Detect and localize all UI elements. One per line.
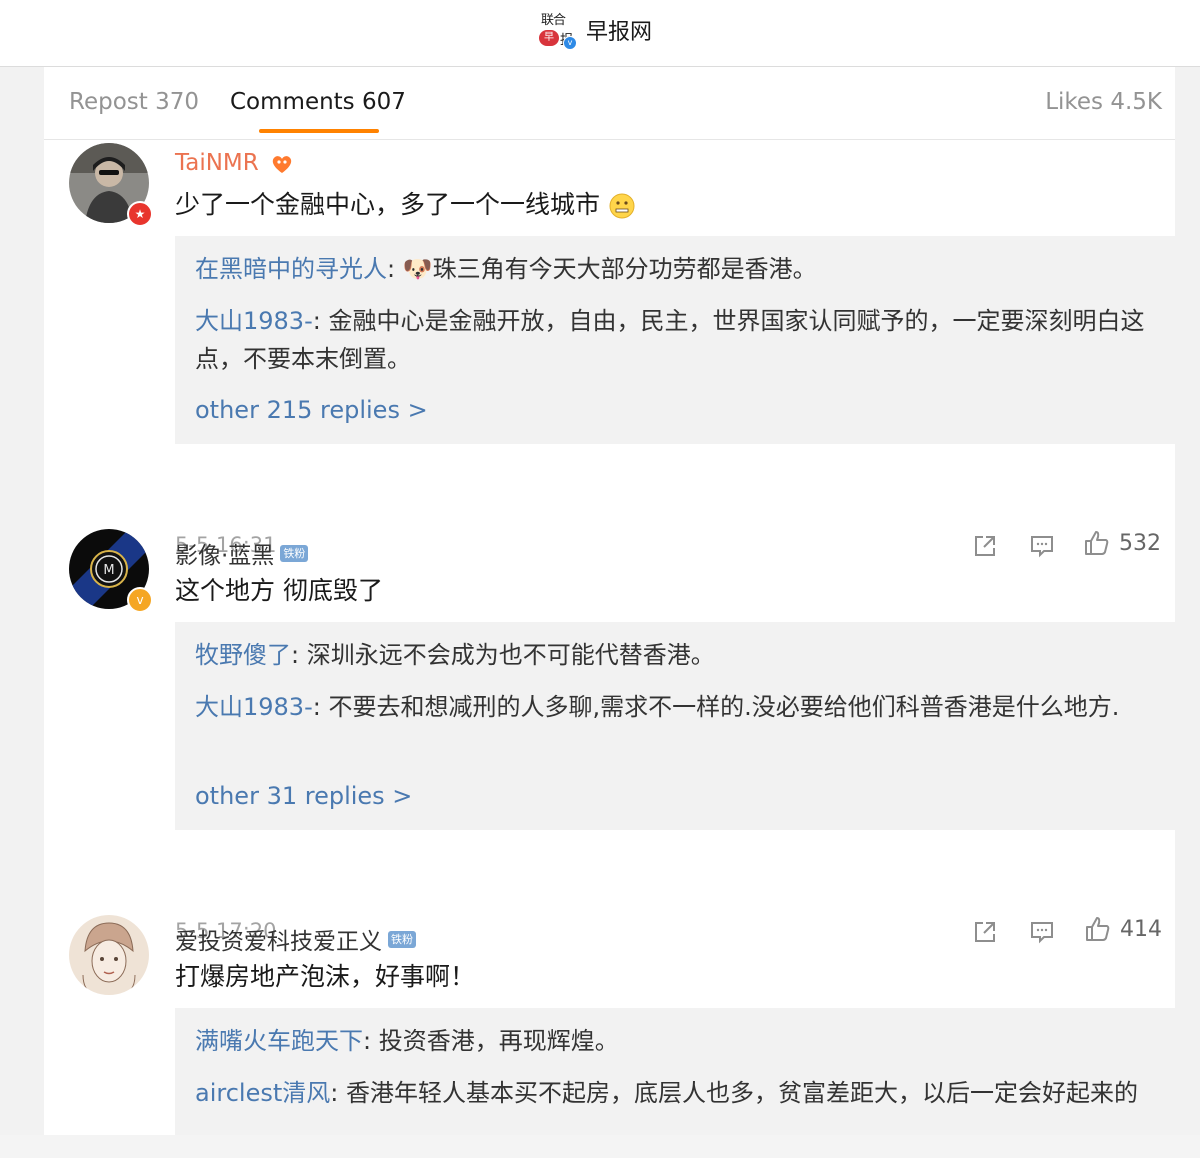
tab-likes[interactable]: Likes 4.5K [1045,89,1162,115]
bottom-bar [0,1135,1200,1158]
comments-panel: Repost 370 Comments 607 Likes 4.5K ★ Tai… [44,67,1175,1135]
comment-text: 少了一个金融中心，多了一个一线城市 [175,185,636,221]
logo-text-bottom-left: 早 [539,30,559,46]
username-text: TaiNMR [175,150,259,176]
comment-item: ★ TaiNMR 少了一个金融中心，多了一个一线城市 在黑暗中的寻光人: 🐶珠三… [44,143,1175,558]
comment-text-body: 少了一个金融中心，多了一个一线城市 [175,190,601,219]
reply-item: 满嘴火车跑天下: 投资香港，再现辉煌。 [195,1022,1145,1060]
fan-tag-badge: 铁粉 [388,931,416,948]
reply-item: 牧野傻了: 深圳永远不会成为也不可能代替香港。 [195,636,1145,674]
reply-username[interactable]: 大山1983- [195,693,313,721]
reply-item: 在黑暗中的寻光人: 🐶珠三角有今天大部分功劳都是香港。 [195,250,1145,288]
reply-username[interactable]: 在黑暗中的寻光人 [195,255,387,283]
comment-username[interactable]: 爱投资爱科技爱正义 铁粉 [175,922,416,956]
logo-text-top: 联合 [541,13,566,28]
brand[interactable]: 联合 早 报 v 早报网 [538,8,652,52]
reply-item: airclest清风: 香港年轻人基本买不起房，底层人也多，贫富差距大，以后一定… [195,1074,1145,1112]
verified-icon: v [563,36,577,50]
reply-username[interactable]: 满嘴火车跑天下 [195,1027,363,1055]
reply-text: : 金融中心是金融开放，自由，民主，世界国家认同赋予的，一定要深刻明白这点，不要… [195,307,1145,373]
reply-text: : 香港年轻人基本买不起房，底层人也多，贫富差距大，以后一定会好起来的 [330,1079,1138,1107]
reply-item: 大山1983-: 不要去和想减刑的人多聊,需求不一样的.没必要给他们科普香港是什… [195,688,1145,726]
comment-item: 爱投资爱科技爱正义 铁粉 打爆房地产泡沫，好事啊！ 满嘴火车跑天下: 投资香港，再… [44,915,1175,1135]
fan-tag-badge: 铁粉 [280,545,309,562]
reply-text: : 投资香港，再现辉煌。 [363,1027,619,1055]
verified-v-badge-icon: v [127,587,153,613]
active-tab-indicator [259,129,379,133]
username-text: 影像·蓝黑 [175,543,275,569]
comment-item: M v 影像·蓝黑 铁粉 这个地方 彻底毁了 牧野傻了: 深圳永远不会成为也不可能… [44,529,1175,944]
reply-text: : 深圳永远不会成为也不可能代替香港。 [291,641,715,669]
comment-username[interactable]: 影像·蓝黑 铁粉 [175,536,309,570]
reply-username[interactable]: 牧野傻了 [195,641,291,669]
reply-item: 大山1983-: 金融中心是金融开放，自由，民主，世界国家认同赋予的，一定要深刻… [195,302,1145,378]
brand-name: 早报网 [586,20,653,45]
reply-text: : 🐶珠三角有今天大部分功劳都是香港。 [387,255,817,283]
reply-username[interactable]: airclest清风 [195,1079,330,1107]
replies-box: 在黑暗中的寻光人: 🐶珠三角有今天大部分功劳都是香港。 大山1983-: 金融中… [175,236,1175,444]
red-star-badge-icon: ★ [127,201,153,227]
comment-text: 打爆房地产泡沫，好事啊！ [175,962,476,991]
sketch-portrait-avatar-icon [69,915,149,995]
reply-username[interactable]: 大山1983- [195,307,313,335]
replies-box: 满嘴火车跑天下: 投资香港，再现辉煌。 airclest清风: 香港年轻人基本买… [175,1008,1175,1135]
comment-text: 这个地方 彻底毁了 [175,576,383,605]
reply-text: : 不要去和想减刑的人多聊,需求不一样的.没必要给他们科普香港是什么地方. [312,693,1120,721]
replies-box: 牧野傻了: 深圳永远不会成为也不可能代替香港。 大山1983-: 不要去和想减刑… [175,622,1175,830]
svg-text:M: M [103,563,114,578]
speechless-emoji-icon [609,193,635,219]
more-replies-link[interactable]: other 31 replies > [195,782,412,810]
zaobao-logo: 联合 早 报 v [538,8,578,52]
comment-username[interactable]: TaiNMR [175,150,294,176]
username-text: 爱投资爱科技爱正义 [175,929,382,955]
tab-comments[interactable]: Comments 607 [230,89,406,115]
more-replies-link[interactable]: other 215 replies > [195,396,428,424]
tab-bar: Repost 370 Comments 607 Likes 4.5K [44,67,1175,140]
avatar[interactable] [69,915,149,995]
tab-repost[interactable]: Repost 370 [69,89,199,115]
top-bar: 联合 早 报 v 早报网 [0,0,1200,67]
fan-heart-icon [272,155,292,173]
